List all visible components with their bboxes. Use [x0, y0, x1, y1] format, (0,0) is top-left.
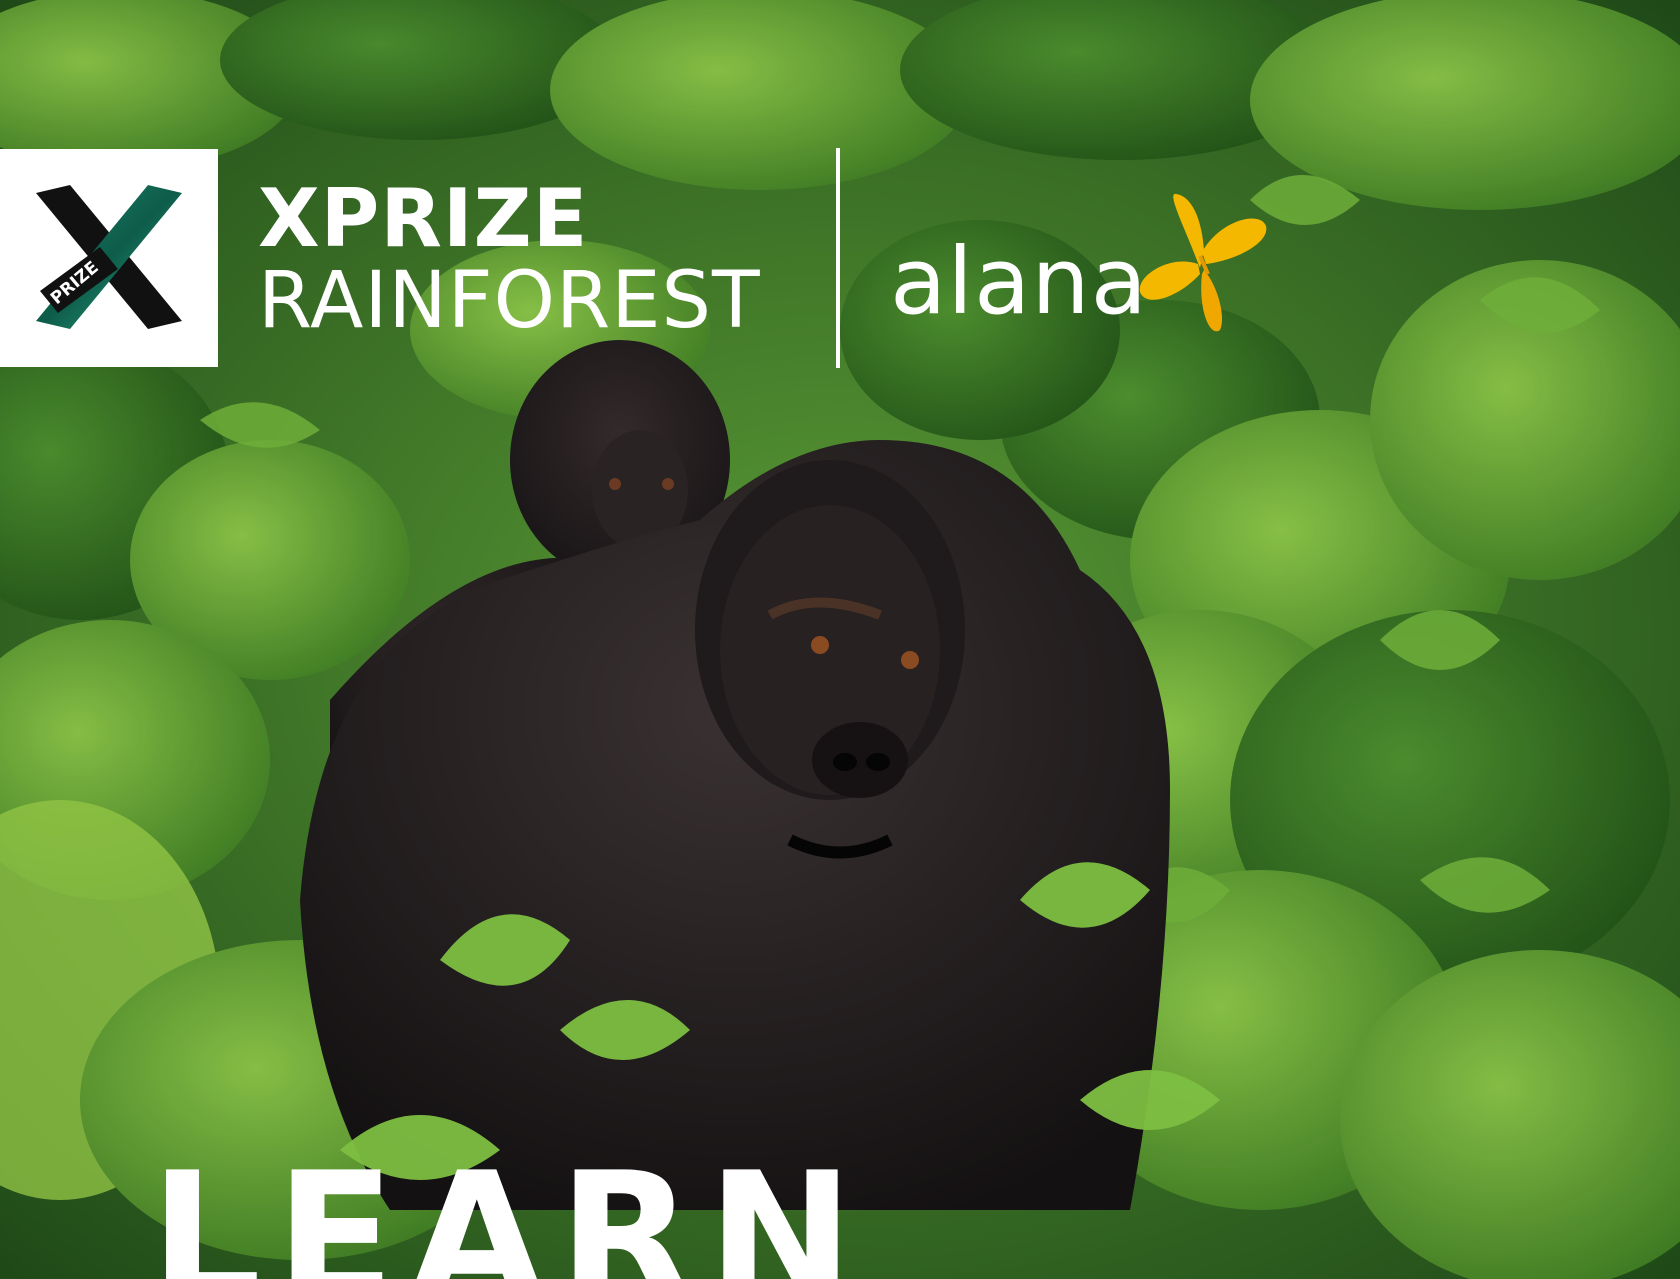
partner-name-alana[interactable]: alana [890, 232, 1148, 332]
x-mark-icon: PRIZE [36, 185, 182, 329]
headline-learn: LEARN [150, 1136, 868, 1279]
logo-divider [836, 148, 840, 368]
brand-line-xprize: XPRIZE [258, 172, 589, 265]
hero-banner: PRIZE XPRIZE RAINFOREST alana LEARN [0, 0, 1680, 1279]
brand-line-rainforest: RAINFOREST [258, 256, 761, 346]
brand-wordmark[interactable]: XPRIZE RAINFOREST [258, 172, 761, 346]
xprize-logo-mark[interactable]: PRIZE [0, 149, 218, 367]
rainforest-gorilla-photo [0, 0, 1680, 1279]
butterfly-icon [1139, 193, 1267, 332]
